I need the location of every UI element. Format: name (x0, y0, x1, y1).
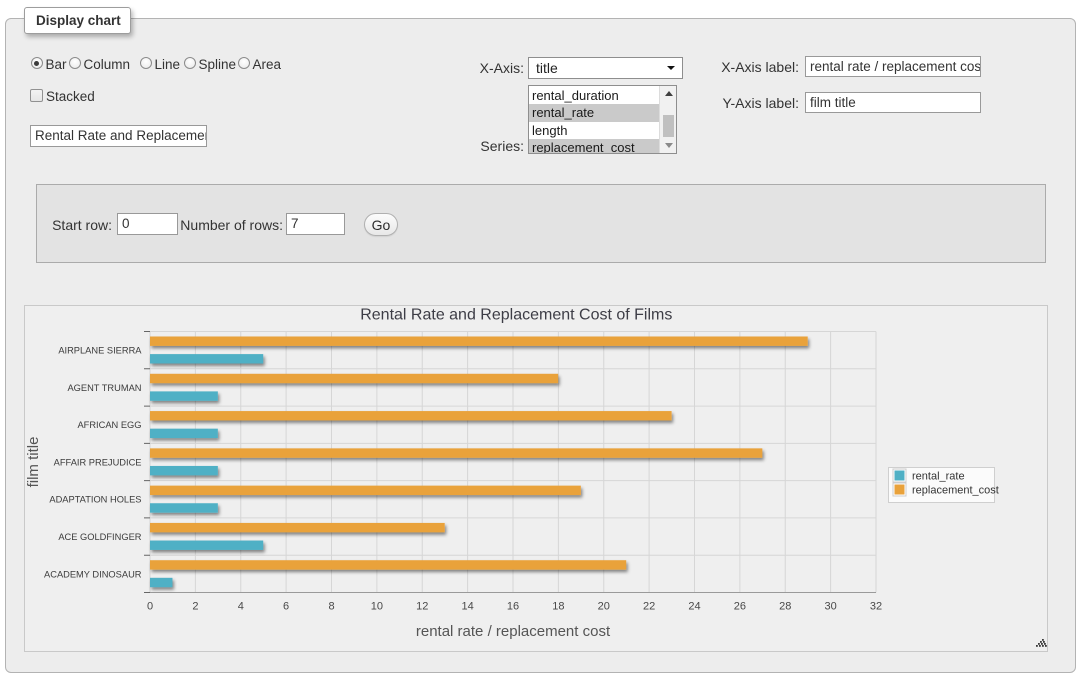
svg-text:AIRPLANE SIERRA: AIRPLANE SIERRA (58, 346, 142, 356)
svg-text:8: 8 (328, 601, 334, 613)
svg-text:ADAPTATION HOLES: ADAPTATION HOLES (49, 495, 141, 505)
svg-text:24: 24 (688, 601, 700, 613)
svg-text:6: 6 (283, 601, 289, 613)
svg-text:32: 32 (870, 601, 882, 613)
svg-text:rental rate / replacement cost: rental rate / replacement cost (416, 623, 611, 640)
svg-text:10: 10 (371, 601, 383, 613)
svg-text:14: 14 (461, 601, 473, 613)
svg-text:AGENT TRUMAN: AGENT TRUMAN (67, 383, 141, 393)
svg-text:2: 2 (192, 601, 198, 613)
svg-text:0: 0 (147, 601, 153, 613)
svg-text:12: 12 (416, 601, 428, 613)
svg-text:rental_rate: rental_rate (912, 471, 965, 483)
svg-text:30: 30 (824, 601, 836, 613)
svg-text:AFFAIR PREJUDICE: AFFAIR PREJUDICE (54, 457, 142, 467)
svg-text:20: 20 (598, 601, 610, 613)
svg-text:26: 26 (734, 601, 746, 613)
svg-text:ACE GOLDFINGER: ACE GOLDFINGER (58, 532, 141, 542)
svg-text:AFRICAN EGG: AFRICAN EGG (77, 420, 141, 430)
svg-text:18: 18 (552, 601, 564, 613)
svg-text:Rental Rate and Replacement Co: Rental Rate and Replacement Cost of Film… (360, 307, 672, 324)
svg-text:22: 22 (643, 601, 655, 613)
svg-text:ACADEMY DINOSAUR: ACADEMY DINOSAUR (44, 569, 142, 579)
svg-text:16: 16 (507, 601, 519, 613)
svg-text:28: 28 (779, 601, 791, 613)
svg-text:film title: film title (25, 437, 42, 488)
svg-text:4: 4 (238, 601, 244, 613)
svg-text:replacement_cost: replacement_cost (912, 485, 999, 497)
